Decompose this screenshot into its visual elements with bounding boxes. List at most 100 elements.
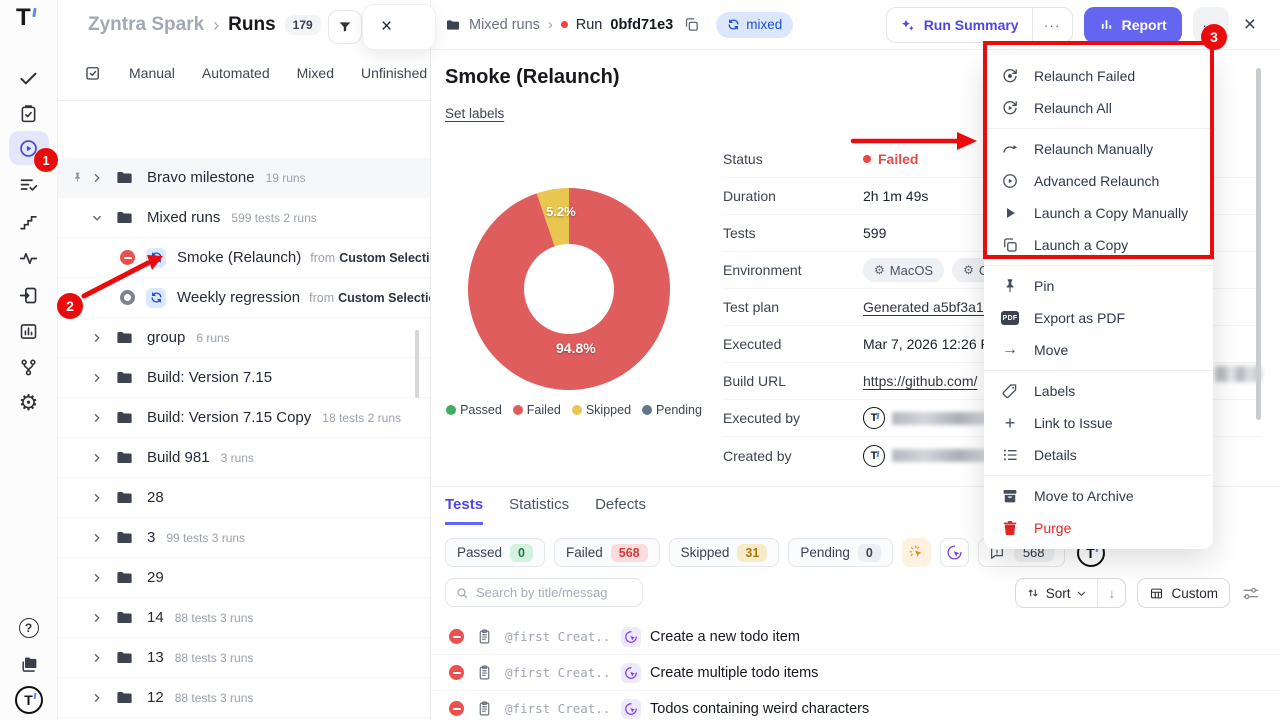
all-runs-icon[interactable] xyxy=(84,64,102,82)
chevron-right-icon[interactable] xyxy=(91,572,103,584)
import-nav-icon[interactable] xyxy=(9,278,49,312)
menu-item-move-to-archive[interactable]: Move to Archive xyxy=(984,480,1213,512)
folder-label: Build: Version 7.15 Copy xyxy=(147,409,311,426)
failed-status-icon xyxy=(449,701,464,716)
close-icon[interactable]: × xyxy=(381,16,392,38)
menu-item-purge[interactable]: Purge xyxy=(984,512,1213,544)
tree-folder-3[interactable]: 3 99 tests 3 runs xyxy=(58,518,430,558)
folder-icon xyxy=(115,648,134,667)
filter-pending[interactable]: Pending0 xyxy=(788,538,893,567)
tab-manual[interactable]: Manual xyxy=(129,65,175,81)
tree-folder-mixed-runs[interactable]: Mixed runs 599 tests 2 runs xyxy=(58,198,430,238)
branches-nav-icon[interactable] xyxy=(9,350,49,384)
chevron-down-icon[interactable] xyxy=(91,212,103,224)
manual-tests-filter-button[interactable] xyxy=(902,538,931,567)
menu-item-pin[interactable]: Pin xyxy=(984,270,1213,302)
chevron-right-icon[interactable] xyxy=(91,172,103,184)
view-settings-button[interactable] xyxy=(1241,584,1260,603)
tab-statistics[interactable]: Statistics xyxy=(509,496,569,525)
chevron-right-icon[interactable] xyxy=(91,412,103,424)
filter-failed[interactable]: Failed568 xyxy=(554,538,660,567)
menu-item-advanced-relaunch[interactable]: Advanced Relaunch xyxy=(984,165,1213,197)
report-button[interactable]: Report xyxy=(1084,7,1182,43)
set-labels-link[interactable]: Set labels xyxy=(445,106,504,121)
test-plan-link[interactable]: Generated a5bf3a1c xyxy=(863,299,991,315)
menu-item-launch-copy-manually[interactable]: Launch a Copy Manually xyxy=(984,197,1213,229)
folder-meta: 99 tests 3 runs xyxy=(166,531,245,545)
tree-folder-bravo-milestone[interactable]: Bravo milestone 19 runs xyxy=(58,158,430,198)
tree-folder-build-715[interactable]: Build: Version 7.15 xyxy=(58,358,430,398)
menu-item-details[interactable]: Details xyxy=(984,439,1213,471)
checks-nav-icon[interactable] xyxy=(9,61,49,95)
plans-nav-icon[interactable] xyxy=(9,168,49,202)
tab-unfinished[interactable]: Unfinished xyxy=(361,65,427,81)
tree-folder-28[interactable]: 28 xyxy=(58,478,430,518)
main-scrollbar[interactable] xyxy=(1256,68,1261,420)
chevron-right-icon[interactable] xyxy=(91,372,103,384)
tab-mixed[interactable]: Mixed xyxy=(297,65,334,81)
automated-tests-filter-button[interactable] xyxy=(940,538,969,567)
milestones-nav-icon[interactable] xyxy=(9,205,49,239)
tab-tests[interactable]: Tests xyxy=(445,496,483,525)
runs-nav-icon[interactable] xyxy=(9,131,49,165)
app-logo[interactable]: T xyxy=(16,4,31,32)
chevron-down-icon xyxy=(1076,588,1087,599)
menu-item-relaunch-all[interactable]: Relaunch All xyxy=(984,92,1213,124)
settings-nav-icon[interactable] xyxy=(9,386,49,420)
tab-automated[interactable]: Automated xyxy=(202,65,270,81)
chevron-right-icon[interactable] xyxy=(91,492,103,504)
run-summary-button[interactable]: Run Summary xyxy=(887,8,1032,42)
tree-run-weekly-regression[interactable]: Weekly regression from Custom Selectio xyxy=(58,278,430,318)
search-input[interactable] xyxy=(476,585,633,600)
chevron-right-icon[interactable] xyxy=(91,652,103,664)
sort-button[interactable]: Sort xyxy=(1016,579,1098,607)
folder-icon xyxy=(115,408,134,427)
tab-defects[interactable]: Defects xyxy=(595,496,646,525)
filter-popover[interactable]: × xyxy=(362,4,436,50)
test-row[interactable]: @first Creat... Create a new todo item xyxy=(431,619,1280,655)
tree-folder-build-715-copy[interactable]: Build: Version 7.15 Copy 18 tests 2 runs xyxy=(58,398,430,438)
tree-folder-14[interactable]: 14 88 tests 3 runs xyxy=(58,598,430,638)
tree-scrollbar[interactable] xyxy=(415,330,419,398)
list-toolbar: Sort Custom xyxy=(445,578,1260,607)
sort-direction-button[interactable] xyxy=(1097,579,1125,607)
build-url-link[interactable]: https://github.com/ xyxy=(863,373,977,389)
chevron-right-icon[interactable] xyxy=(91,692,103,704)
tree-folder-build-981[interactable]: Build 981 3 runs xyxy=(58,438,430,478)
more-actions-button[interactable]: ··· xyxy=(1193,7,1229,43)
filter-button[interactable] xyxy=(328,10,362,44)
copy-icon[interactable] xyxy=(683,16,700,33)
chevron-right-icon[interactable] xyxy=(91,452,103,464)
menu-item-labels[interactable]: Labels xyxy=(984,375,1213,407)
projects-icon[interactable] xyxy=(9,647,49,681)
test-cases-nav-icon[interactable] xyxy=(9,96,49,130)
chevron-right-icon[interactable] xyxy=(91,612,103,624)
analytics-nav-icon[interactable] xyxy=(9,241,49,275)
close-icon[interactable]: × xyxy=(1244,13,1256,37)
tree-run-smoke-relaunch[interactable]: Smoke (Relaunch) from Custom Selectio xyxy=(58,238,430,278)
project-name[interactable]: Zyntra Spark xyxy=(88,14,204,36)
filter-skipped[interactable]: Skipped31 xyxy=(669,538,780,567)
account-avatar[interactable]: T xyxy=(9,683,49,717)
tree-folder-29[interactable]: 29 xyxy=(58,558,430,598)
chevron-right-icon[interactable] xyxy=(91,532,103,544)
menu-item-launch-copy[interactable]: Launch a Copy xyxy=(984,229,1213,261)
test-row[interactable]: @first Creat... Todos containing weird c… xyxy=(431,691,1280,720)
filter-passed[interactable]: Passed0 xyxy=(445,538,545,567)
reports-nav-icon[interactable] xyxy=(9,314,49,348)
tree-folder-group[interactable]: group 6 runs xyxy=(58,318,430,358)
tree-folder-13[interactable]: 13 88 tests 3 runs xyxy=(58,638,430,678)
menu-item-export-pdf[interactable]: Export as PDF xyxy=(984,302,1213,334)
menu-item-move[interactable]: Move xyxy=(984,334,1213,366)
custom-view-button[interactable]: Custom xyxy=(1137,578,1230,608)
help-icon[interactable] xyxy=(9,611,49,645)
menu-item-relaunch-manually[interactable]: Relaunch Manually xyxy=(984,133,1213,165)
test-row[interactable]: @first Creat... Create multiple todo ite… xyxy=(431,655,1280,691)
icon-rail: T T xyxy=(0,0,58,720)
chevron-right-icon[interactable] xyxy=(91,332,103,344)
tree-folder-12[interactable]: 12 88 tests 3 runs xyxy=(58,678,430,718)
menu-item-link-to-issue[interactable]: Link to Issue xyxy=(984,407,1213,439)
menu-item-relaunch-failed[interactable]: Relaunch Failed xyxy=(984,60,1213,92)
parent-folder-link[interactable]: Mixed runs xyxy=(469,17,540,33)
run-summary-more-button[interactable]: ··· xyxy=(1032,8,1072,42)
